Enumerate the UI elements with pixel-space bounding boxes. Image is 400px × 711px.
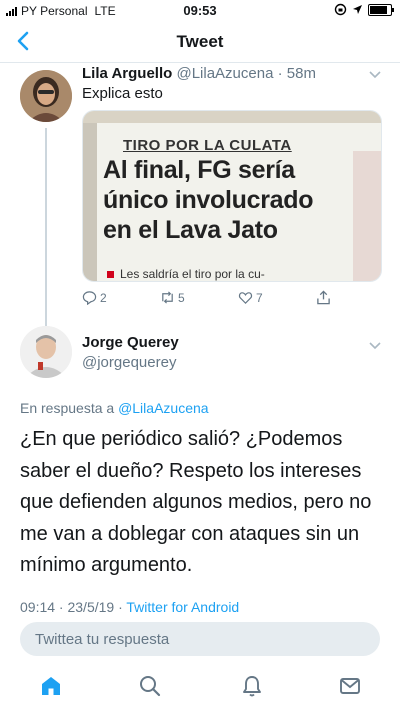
retweet-action[interactable]: 5 xyxy=(160,290,185,305)
reply-prefix: En respuesta a xyxy=(20,400,115,416)
media-headline: Al final, FG sería único involucrado en … xyxy=(103,155,358,245)
tweet-age: 58m xyxy=(286,65,316,82)
home-icon[interactable] xyxy=(39,674,63,698)
user-name[interactable]: Jorge Querey xyxy=(82,334,179,351)
media-subtext: Les saldría el tiro por la cu- xyxy=(120,267,265,281)
status-bar: PY Personal LTE 09:53 xyxy=(0,0,400,22)
tweet-actions: 2 5 7 xyxy=(82,290,352,308)
avatar[interactable] xyxy=(20,70,72,122)
messages-icon[interactable] xyxy=(338,674,362,698)
media-bullet xyxy=(107,271,114,278)
tab-bar xyxy=(0,664,400,711)
status-right xyxy=(334,3,394,16)
main-tweet[interactable]: Jorge Querey @jorgequerey En respuesta a… xyxy=(0,316,400,616)
user-name[interactable]: Lila Arguello xyxy=(82,65,172,82)
source-link[interactable]: Twitter for Android xyxy=(126,599,239,615)
avatar-photo xyxy=(20,326,72,378)
like-count: 7 xyxy=(256,290,263,305)
reply-composer[interactable] xyxy=(20,622,380,656)
tweet-text-line: ¿En que periódico salió? ¿Podemos xyxy=(20,428,343,450)
reply-input[interactable] xyxy=(33,630,367,649)
headline-line-3: en el Lava Jato xyxy=(103,216,278,244)
chevron-down-icon[interactable] xyxy=(368,67,382,81)
heart-icon xyxy=(238,292,253,304)
page-title: Tweet xyxy=(176,32,224,51)
like-action[interactable]: 7 xyxy=(238,290,263,305)
tweet-text-line: saber el dueño? Respeto los intereses xyxy=(20,459,362,482)
reply-action[interactable]: 2 xyxy=(82,290,107,305)
nav-bar: Tweet xyxy=(0,22,400,63)
headline-line-2: único involucrado xyxy=(103,186,314,214)
chevron-down-icon[interactable] xyxy=(368,338,382,352)
reply-icon xyxy=(82,291,97,305)
media-left-edge xyxy=(83,123,97,281)
tweet-text: Explica esto xyxy=(82,85,163,102)
tweet-text-line: me van a doblegar con ataques sin un xyxy=(20,522,360,545)
media-top-strip xyxy=(83,111,381,123)
share-icon xyxy=(317,290,330,305)
tweet-timestamp: 09:14 · 23/5/19 · Twitter for Android xyxy=(20,599,239,615)
location-arrow-icon xyxy=(353,5,362,14)
user-handle: @LilaAzucena xyxy=(176,65,274,82)
reply-context: En respuesta a @LilaAzucena xyxy=(20,400,209,416)
search-icon[interactable] xyxy=(138,674,162,698)
retweet-icon xyxy=(162,291,173,304)
avatar[interactable] xyxy=(20,326,72,378)
tweet-text: ¿En que periódico salió? ¿Podemos saber … xyxy=(20,424,380,582)
parent-tweet[interactable]: Lila Arguello @LilaAzucena · 58m Explica… xyxy=(0,62,400,378)
reply-count: 2 xyxy=(100,290,107,305)
avatar-photo xyxy=(20,70,72,122)
reply-handle-link[interactable]: @LilaAzucena xyxy=(118,400,209,416)
tweet-text-line: que defienden algunos medios, pero no xyxy=(20,491,372,513)
user-handle: @jorgequerey xyxy=(82,354,177,371)
notifications-icon[interactable] xyxy=(240,674,264,698)
headline-line-1: Al final, FG sería xyxy=(103,156,295,184)
tweet-text-line: mínimo argumento. xyxy=(20,554,193,576)
tweet-header: Lila Arguello @LilaAzucena · 58m xyxy=(82,65,316,82)
timestamp-text: 09:14 · 23/5/19 · xyxy=(20,599,123,615)
media-kicker: TIRO POR LA CULATA xyxy=(123,137,292,154)
location-lock-icon xyxy=(334,3,347,16)
share-action[interactable] xyxy=(316,290,331,305)
tweet-media-image[interactable]: TIRO POR LA CULATA Al final, FG sería ún… xyxy=(82,110,382,282)
retweet-count: 5 xyxy=(178,290,185,305)
battery-icon xyxy=(368,3,394,16)
